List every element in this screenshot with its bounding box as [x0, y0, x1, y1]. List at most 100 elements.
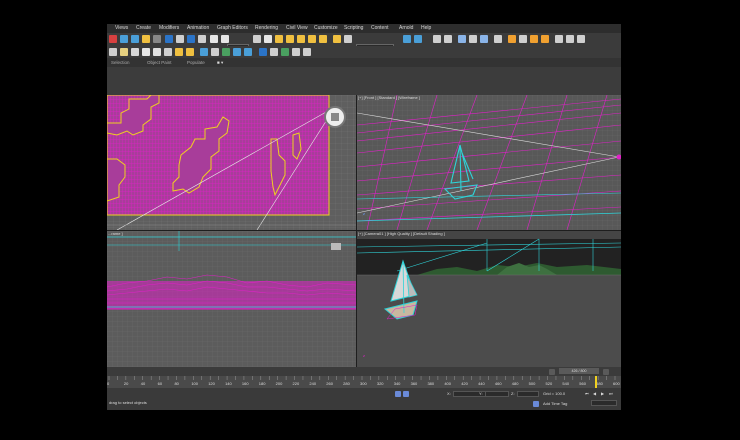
material-editor-icon[interactable] — [494, 35, 502, 43]
front-viewport-label[interactable]: [+] [Front ] [Standard ] [Wireframe ] — [358, 95, 420, 100]
prev-frame-icon[interactable]: ◀ — [593, 391, 596, 396]
light-icon[interactable] — [175, 48, 183, 56]
systems-icon[interactable] — [222, 48, 230, 56]
select-manipulate-icon[interactable] — [264, 35, 272, 43]
snaps-toggle-icon[interactable] — [286, 35, 294, 43]
toggle-layer-explorer-icon[interactable] — [444, 35, 452, 43]
named-selection-icon[interactable] — [344, 35, 352, 43]
next-frame-icon[interactable]: ⏭ — [609, 391, 613, 396]
menu-views[interactable]: Views — [115, 24, 128, 33]
viewport-front[interactable]: z [+] [Front ] [Standard ] [Wireframe ] — [357, 95, 621, 230]
menu-customize[interactable]: Customize — [314, 24, 338, 33]
time-slider-prev-icon[interactable] — [549, 369, 555, 375]
bind-space-warp-icon[interactable] — [142, 35, 150, 43]
geosphere-icon[interactable] — [244, 48, 252, 56]
unlink-icon[interactable] — [131, 35, 139, 43]
percent-snap-icon[interactable] — [308, 35, 316, 43]
time-slider-next-icon[interactable] — [603, 369, 609, 375]
z-coordinate-field[interactable] — [517, 391, 539, 397]
track-tick-label: 380 — [427, 381, 435, 386]
viewport-bottom-left[interactable]: ...rame ] — [107, 231, 356, 367]
rendered-frame-window-icon[interactable] — [519, 35, 527, 43]
rectangular-selection-icon[interactable] — [187, 35, 195, 43]
render-setup-icon[interactable] — [508, 35, 516, 43]
helper-icon[interactable] — [200, 48, 208, 56]
menu-animation[interactable]: Animation — [187, 24, 209, 33]
bottom-left-viewport-label[interactable]: ...rame ] — [108, 231, 123, 236]
go-to-start-icon[interactable]: ⏮ — [585, 391, 589, 396]
menu-modifiers[interactable]: Modifiers — [159, 24, 179, 33]
pivot-center-icon[interactable] — [253, 35, 261, 43]
selection-filter-icon[interactable] — [153, 35, 161, 43]
camera-viewport-label[interactable]: [+] [Camera01 ] [High Quality ] [Default… — [358, 231, 445, 236]
ribbon-tab-populate[interactable]: Populate — [187, 58, 205, 67]
current-frame-marker[interactable] — [595, 376, 597, 388]
tape-icon[interactable] — [270, 48, 278, 56]
populate-icon[interactable] — [281, 48, 289, 56]
menu-civil-view[interactable]: Civil View — [286, 24, 308, 33]
arnold-render-icon[interactable] — [555, 35, 563, 43]
viewport-camera[interactable]: z [+] [Camera01 ] [High Quality ] [Defau… — [357, 231, 621, 367]
camera-icon[interactable] — [259, 48, 267, 56]
window-crossing-icon[interactable] — [198, 35, 206, 43]
ribbon-options-icon[interactable]: ■ ▾ — [217, 58, 223, 67]
viewport-top-left[interactable] — [107, 95, 356, 230]
render-online-icon[interactable] — [566, 35, 574, 43]
track-bar[interactable]: 0 20 40 60 80 100 120 140 160 180 200 220 240 260 280 3… — [107, 376, 621, 388]
selection-lock-icon[interactable] — [395, 391, 401, 397]
track-tick-label: 580 — [596, 381, 603, 386]
menu-rendering[interactable]: Rendering — [255, 24, 278, 33]
current-frame-field[interactable] — [591, 400, 617, 406]
render-iterative-icon[interactable] — [541, 35, 549, 43]
spinner-snap-icon[interactable] — [319, 35, 327, 43]
align-icon[interactable] — [414, 35, 422, 43]
render-production-icon[interactable] — [530, 35, 538, 43]
help-icon[interactable] — [303, 48, 311, 56]
track-tick-label: 320 — [376, 381, 384, 386]
teapot-icon[interactable] — [153, 48, 161, 56]
play-icon[interactable]: ▶ — [601, 391, 604, 396]
ribbon-tab-object-paint[interactable]: Object Paint — [147, 58, 172, 67]
menu-create[interactable]: Create — [136, 24, 151, 33]
toggle-ribbon-icon[interactable] — [458, 35, 466, 43]
plane-icon[interactable] — [142, 48, 150, 56]
text-shape-icon[interactable] — [164, 48, 172, 56]
cylinder-icon[interactable] — [131, 48, 139, 56]
rotate-icon[interactable] — [221, 35, 229, 43]
edit-named-selection-icon[interactable] — [333, 35, 341, 43]
schematic-view-icon[interactable] — [480, 35, 488, 43]
box-icon[interactable] — [109, 48, 117, 56]
time-slider[interactable]: 426 / 800 — [559, 368, 599, 374]
track-tick-label: 240 — [309, 381, 317, 386]
link-icon[interactable] — [120, 35, 128, 43]
y-coordinate-field[interactable] — [485, 391, 509, 397]
menu-graph-editors[interactable]: Graph Editors — [217, 24, 248, 33]
mirror-icon[interactable] — [403, 35, 411, 43]
settings-icon[interactable] — [292, 48, 300, 56]
select-by-name-icon[interactable] — [176, 35, 184, 43]
track-tick-label: 60 — [157, 381, 163, 386]
spacewarp-icon[interactable] — [211, 48, 219, 56]
menu-content[interactable]: Content — [371, 24, 389, 33]
select-object-icon[interactable] — [165, 35, 173, 43]
move-icon[interactable] — [210, 35, 218, 43]
add-time-tag[interactable]: Add Time Tag — [543, 401, 567, 406]
time-slider-bar: 426 / 800 — [107, 367, 621, 376]
menu-arnold[interactable]: Arnold — [399, 24, 413, 33]
sphere-icon[interactable] — [120, 48, 128, 56]
absolute-mode-icon[interactable] — [403, 391, 409, 397]
track-tick-label: 480 — [511, 381, 519, 386]
ribbon-tab-selection[interactable]: Selection — [111, 58, 130, 67]
menu-scripting[interactable]: Scripting — [344, 24, 363, 33]
open-explorer-icon[interactable] — [577, 35, 585, 43]
angle-snap-icon[interactable] — [297, 35, 305, 43]
curve-editor-icon[interactable] — [469, 35, 477, 43]
keyboard-shortcut-icon[interactable] — [275, 35, 283, 43]
time-tag-icon[interactable] — [533, 401, 539, 407]
track-tick-label: 600 — [613, 381, 620, 386]
sun-icon[interactable] — [186, 48, 194, 56]
menu-help[interactable]: Help — [421, 24, 431, 33]
undo-icon[interactable] — [109, 35, 117, 43]
toggle-scene-explorer-icon[interactable] — [433, 35, 441, 43]
particles-icon[interactable] — [233, 48, 241, 56]
